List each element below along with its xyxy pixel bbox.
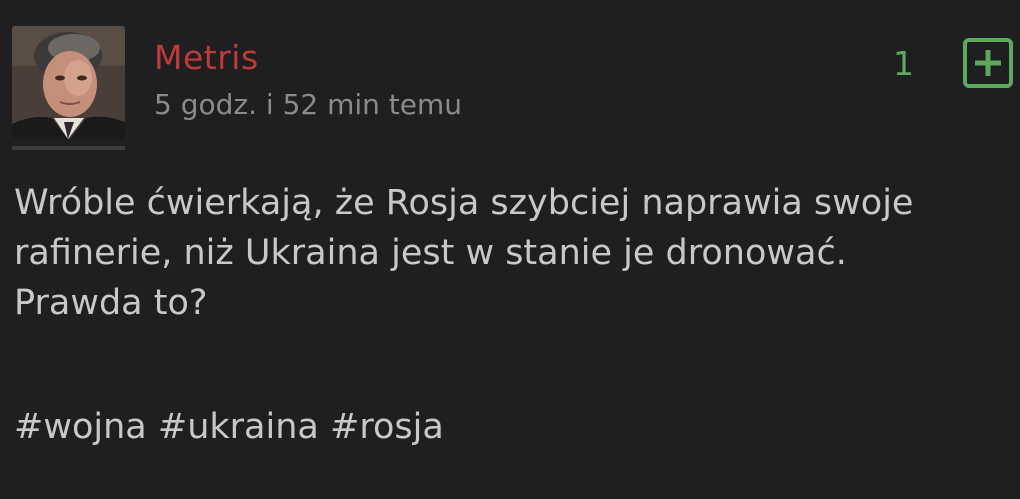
avatar-underline [12, 146, 125, 150]
entry-post: Metris 5 godz. i 52 min temu 1 Wróble ćw… [0, 0, 1020, 499]
post-body-line-1: Wróble ćwierkają, że Rosja szybciej napr… [14, 183, 914, 223]
tag-rosja[interactable]: #rosja [330, 407, 444, 447]
avatar[interactable] [12, 26, 125, 139]
post-body-line-3: Prawda to? [14, 283, 208, 323]
post-body-line-2: rafinerie, niż Ukraina jest w stanie je … [14, 233, 847, 273]
plus-icon [975, 50, 1001, 76]
author-name[interactable]: Metris [154, 36, 259, 80]
tag-ukraina[interactable]: #ukraina [158, 407, 319, 447]
avatar-image [12, 26, 125, 139]
post-body: Wróble ćwierkają, że Rosja szybciej napr… [14, 178, 1009, 328]
tag-list: #wojna #ukraina #rosja [14, 402, 444, 452]
tag-wojna[interactable]: #wojna [14, 407, 147, 447]
post-timestamp[interactable]: 5 godz. i 52 min temu [154, 85, 462, 125]
vote-count: 1 [893, 44, 914, 83]
plus-button[interactable] [963, 38, 1013, 88]
